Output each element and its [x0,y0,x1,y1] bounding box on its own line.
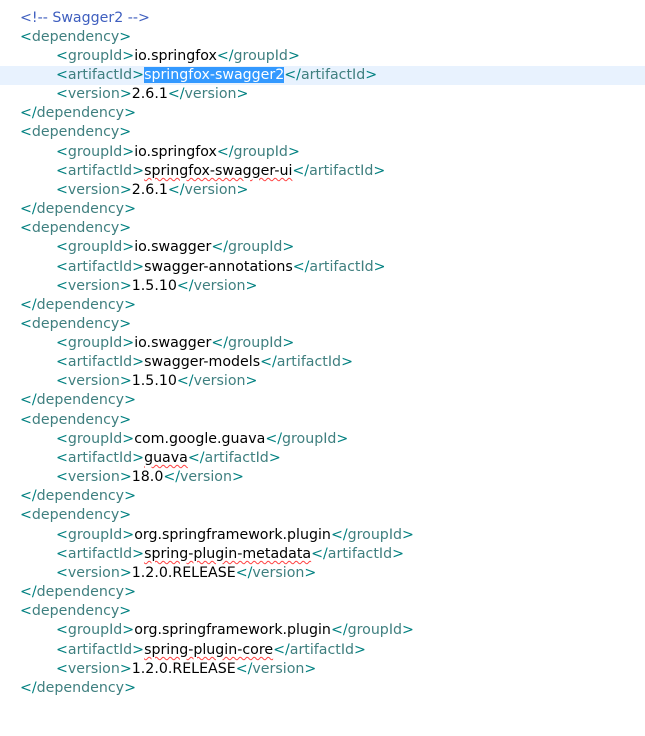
artifactid-value: guava [144,450,188,466]
dependency-open-tag: dependency [31,220,120,236]
code-line-artifactid: <artifactId>springfox-swagger-ui</artifa… [56,163,386,179]
dependency-open-tag: dependency [31,124,120,140]
groupid-value: org.springframework.plugin [134,622,331,638]
code-line-version: <version>1.2.0.RELEASE</version> [56,565,317,581]
dependency-close-tag: dependency [36,105,125,121]
code-line-artifactid: <artifactId>spring-plugin-core</artifact… [56,642,366,658]
dependency-close-tag: dependency [36,488,125,504]
dependency-close-tag: dependency [36,392,125,408]
code-line-groupid: <groupId>io.swagger</groupId> [56,335,295,351]
code-line-dependency-open: <dependency> [20,29,132,45]
xml-editor[interactable]: <!-- Swagger2 --> <dependency> <groupId>… [0,0,645,708]
dependency-open-tag: dependency [31,507,120,523]
code-line-groupid: <groupId>io.springfox</groupId> [56,144,300,160]
xml-comment: <!-- Swagger2 --> [20,10,150,26]
code-line-version: <version>1.2.0.RELEASE</version> [56,661,317,677]
groupid-value: io.springfox [134,144,217,160]
code-line-groupid: <groupId>com.google.guava</groupId> [56,431,349,447]
artifactid-value: spring-plugin-metadata [144,546,312,562]
code-line-groupid: <groupId>io.springfox</groupId> [56,48,300,64]
version-value: 1.5.10 [131,278,177,294]
artifactid-value: swagger-annotations [144,259,293,275]
dependency-open-tag: dependency [31,316,120,332]
dependency-close-tag: dependency [36,680,125,696]
dependency-close-tag: dependency [36,201,125,217]
code-line-dependency-close: </dependency> [20,680,136,696]
code-line-version: <version>2.6.1</version> [56,182,249,198]
code-line-artifactid: <artifactId>swagger-models</artifactId> [56,354,353,370]
groupid-value: io.swagger [134,335,212,351]
version-value: 2.6.1 [131,86,168,102]
dependency-open-tag: dependency [31,29,120,45]
groupid-value: io.springfox [134,48,217,64]
code-line-artifactid: <artifactId>swagger-annotations</artifac… [56,259,386,275]
code-line-artifactid: <artifactId>guava</artifactId> [56,450,281,466]
code-line-dependency-close: </dependency> [20,105,136,121]
code-line-groupid: <groupId>io.swagger</groupId> [56,239,295,255]
code-line-dependency-open: <dependency> [20,316,132,332]
version-value: 18.0 [131,469,164,485]
version-value: 1.2.0.RELEASE [131,565,236,581]
code-line-artifactid-current: <artifactId>springfox-swagger2</artifact… [0,66,645,85]
code-line-dependency-close: </dependency> [20,392,136,408]
code-line-dependency-open: <dependency> [20,124,132,140]
dependency-close-tag: dependency [36,584,125,600]
dependency-open-tag: dependency [31,603,120,619]
selected-text[interactable]: springfox-swagger2 [144,67,285,83]
version-value: 2.6.1 [131,182,168,198]
artifactid-value: swagger-models [144,354,261,370]
code-line-groupid: <groupId>org.springframework.plugin</gro… [56,527,414,543]
code-line-dependency-close: </dependency> [20,488,136,504]
code-line-dependency-open: <dependency> [20,603,132,619]
dependency-close-tag: dependency [36,297,125,313]
code-line-dependency-open: <dependency> [20,507,132,523]
code-line-groupid: <groupId>org.springframework.plugin</gro… [56,622,414,638]
artifactid-value: spring-plugin-core [144,642,274,658]
groupid-value: io.swagger [134,239,212,255]
code-line-version: <version>1.5.10</version> [56,373,258,389]
version-value: 1.5.10 [131,373,177,389]
code-line-version: <version>1.5.10</version> [56,278,258,294]
artifactid-value: springfox-swagger-ui [144,163,293,179]
code-line-comment: <!-- Swagger2 --> [0,9,645,28]
code-line-version: <version>18.0</version> [56,469,244,485]
code-line-dependency-close: </dependency> [20,297,136,313]
code-line-dependency-open: <dependency> [20,220,132,236]
version-value: 1.2.0.RELEASE [131,661,236,677]
groupid-value: org.springframework.plugin [134,527,331,543]
code-line-dependency-close: </dependency> [20,201,136,217]
code-line-version: <version>2.6.1</version> [56,86,249,102]
code-line-artifactid: <artifactId>spring-plugin-metadata</arti… [56,546,404,562]
dependency-open-tag: dependency [31,412,120,428]
groupid-value: com.google.guava [134,431,266,447]
code-line-dependency-close: </dependency> [20,584,136,600]
code-line-dependency-open: <dependency> [20,412,132,428]
